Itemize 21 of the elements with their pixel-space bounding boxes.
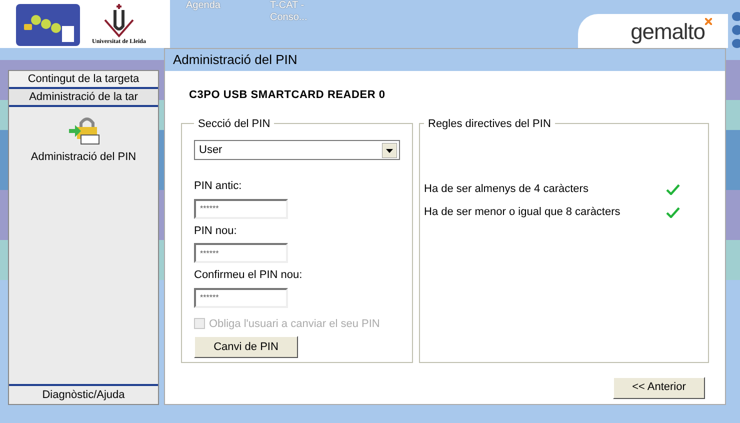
pin-input[interactable]: ****** [194,288,288,308]
checkbox-label: Obliga l'usuari a canviar el seu PIN [209,316,380,332]
sidebar-section[interactable]: Contingut de la targeta [9,71,158,89]
sidebar-item[interactable]: Administració del PIN [9,107,158,174]
role-dropdown[interactable]: User [194,140,400,160]
lock-icon [66,115,100,145]
reader-name: C3PO USB SMARTCARD READER 0 [189,88,386,103]
dropdown-arrow-icon [382,142,397,158]
brand-logo: gemalto [630,18,705,46]
field-label: PIN nou: [194,224,238,238]
pin-section-group: Secció del PIN User PIN antic: ****** PIN nou: ****** Confirmeu el PIN nou: ****** Obliga l'usuari a canviar el seu PIN Canvi de PIN [181,116,413,362]
rule-text: Ha de ser menor o igual que 8 caràcters [424,204,620,220]
field-label: PIN antic: [194,179,243,194]
change-pin-button[interactable]: Canvi de PIN [194,336,298,358]
back-button[interactable]: << Anterior [613,376,705,398]
pin-input[interactable]: ****** [194,243,288,263]
sidebar-section[interactable]: Administració de la tar [9,89,158,107]
rule-text: Ha de ser almenys de 4 caràcters [424,182,588,197]
panel-title: Administració del PIN [165,49,725,71]
pin-input[interactable]: ****** [194,198,288,218]
field-label: Confirmeu el PIN nou: [194,268,304,283]
